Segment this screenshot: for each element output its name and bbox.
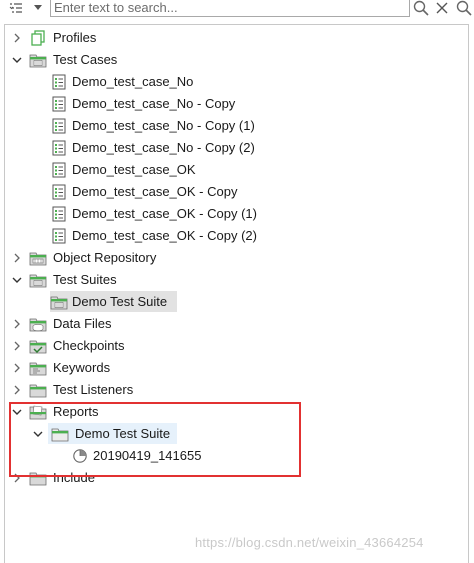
object-repository-folder-icon [29, 250, 47, 266]
tree-label-report-run: 20190419_141655 [93, 448, 202, 463]
chevron-right-icon[interactable] [11, 340, 23, 352]
checkpoints-folder-icon [29, 338, 47, 354]
chevron-down-icon[interactable] [11, 54, 23, 66]
tree-node-include[interactable]: Include [0, 467, 460, 489]
tree-label-report-suite: Demo Test Suite [75, 426, 171, 441]
data-files-folder-icon [29, 316, 47, 332]
tree-node-object-repository[interactable]: Object Repository [0, 247, 460, 269]
reports-folder-icon [29, 404, 47, 420]
tree-label-test-case: Demo_test_case_OK - Copy (1) [72, 206, 257, 221]
tree-node-checkpoints[interactable]: Checkpoints [0, 335, 460, 357]
tree-label-demo-test-suite: Demo Test Suite [72, 294, 168, 309]
test-case-icon [50, 140, 68, 156]
tree-node-reports[interactable]: Reports [0, 401, 460, 423]
tree-node-test-case[interactable]: Demo_test_case_No [0, 71, 460, 93]
test-case-icon [50, 228, 68, 244]
tree-node-test-case[interactable]: Demo_test_case_OK - Copy [0, 181, 460, 203]
keywords-folder-icon [29, 360, 47, 376]
search-input[interactable] [54, 0, 404, 15]
chevron-right-icon[interactable] [11, 318, 23, 330]
tree-label-test-case: Demo_test_case_No - Copy (2) [72, 140, 255, 155]
chevron-right-icon[interactable] [11, 472, 23, 484]
tree-node-keywords[interactable]: Keywords [0, 357, 460, 379]
test-cases-folder-icon [29, 52, 47, 68]
tree-label-checkpoints: Checkpoints [53, 338, 125, 353]
tree-node-test-case[interactable]: Demo_test_case_No - Copy [0, 93, 460, 115]
tree-label-object-repository: Object Repository [53, 250, 157, 265]
report-suite-folder-icon [51, 426, 69, 442]
test-case-icon [50, 96, 68, 112]
advanced-search-icon[interactable] [455, 0, 473, 16]
chevron-down-icon[interactable] [11, 406, 23, 418]
tree-node-demo-test-suite[interactable]: Demo Test Suite [0, 291, 460, 313]
tree-node-test-cases[interactable]: Test Cases [0, 49, 460, 71]
test-listeners-folder-icon [29, 382, 47, 398]
tree-label-include: Include [53, 470, 95, 485]
watermark-text: https://blog.csdn.net/weixin_43664254 [195, 535, 424, 550]
tree-label-profiles: Profiles [53, 30, 97, 45]
collapse-all-icon[interactable] [8, 0, 24, 16]
tree-node-test-case[interactable]: Demo_test_case_OK - Copy (2) [0, 225, 460, 247]
tree-label-data-files: Data Files [53, 316, 112, 331]
profiles-icon [29, 30, 47, 46]
search-box [50, 0, 410, 17]
chevron-down-icon[interactable] [11, 274, 23, 286]
tree-label-test-suites: Test Suites [53, 272, 117, 287]
tree-label-test-cases: Test Cases [53, 52, 118, 67]
report-run-icon [71, 448, 89, 464]
chevron-right-icon[interactable] [11, 384, 23, 396]
test-case-icon [50, 206, 68, 222]
tree-node-test-listeners[interactable]: Test Listeners [0, 379, 460, 401]
explorer-toolbar [0, 0, 474, 18]
tree-node-report-run[interactable]: 20190419_141655 [0, 445, 460, 467]
chevron-right-icon[interactable] [11, 32, 23, 44]
tree-node-report-suite[interactable]: Demo Test Suite [0, 423, 460, 445]
test-suites-folder-icon [29, 272, 47, 288]
test-case-icon [50, 74, 68, 90]
tree-label-test-case: Demo_test_case_OK - Copy (2) [72, 228, 257, 243]
tree-node-test-case[interactable]: Demo_test_case_No - Copy (2) [0, 137, 460, 159]
tree-label-test-case: Demo_test_case_OK - Copy [72, 184, 238, 199]
chevron-right-icon[interactable] [11, 362, 23, 374]
test-suite-icon [50, 294, 68, 310]
tree-label-test-case: Demo_test_case_No [72, 74, 194, 89]
chevron-down-icon[interactable] [32, 428, 44, 440]
tree-label-reports: Reports [53, 404, 99, 419]
test-case-icon [50, 118, 68, 134]
tree-label-keywords: Keywords [53, 360, 111, 375]
tree-label-test-case: Demo_test_case_No - Copy (1) [72, 118, 255, 133]
tree-label-test-case: Demo_test_case_OK [72, 162, 196, 177]
test-case-icon [50, 184, 68, 200]
tree-node-data-files[interactable]: Data Files [0, 313, 460, 335]
tree-node-test-suites[interactable]: Test Suites [0, 269, 460, 291]
include-folder-icon [29, 470, 47, 486]
test-case-icon [50, 162, 68, 178]
tree-node-test-case[interactable]: Demo_test_case_No - Copy (1) [0, 115, 460, 137]
view-menu-chevron-icon[interactable] [32, 0, 44, 16]
search-icon[interactable] [412, 0, 430, 16]
clear-search-icon[interactable] [433, 0, 451, 16]
tree-node-profiles[interactable]: Profiles [0, 27, 460, 49]
tree-label-test-case: Demo_test_case_No - Copy [72, 96, 236, 111]
tree-label-test-listeners: Test Listeners [53, 382, 134, 397]
chevron-right-icon[interactable] [11, 252, 23, 264]
tree-node-test-case[interactable]: Demo_test_case_OK [0, 159, 460, 181]
tree-node-test-case[interactable]: Demo_test_case_OK - Copy (1) [0, 203, 460, 225]
